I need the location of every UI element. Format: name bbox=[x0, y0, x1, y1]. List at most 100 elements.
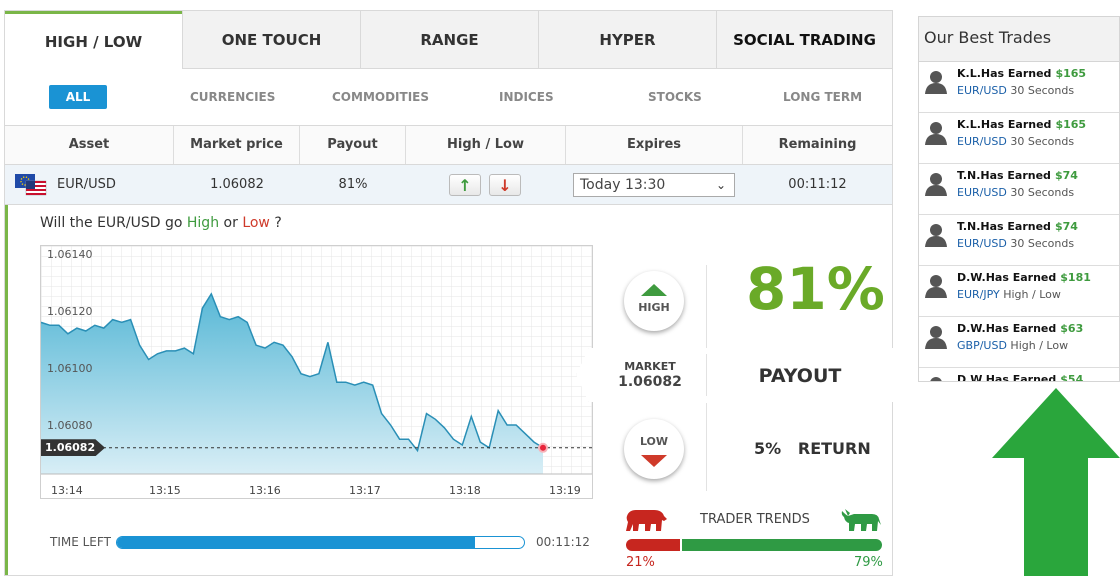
x-tick: 13:19 bbox=[549, 484, 581, 497]
trade-question: Will the EUR/USD go High or Low ? bbox=[40, 215, 282, 231]
trade-earned: T.N.Has Earned $74 bbox=[957, 169, 1078, 182]
tab-social-trading[interactable]: SOCIAL TRADING bbox=[716, 11, 892, 69]
price-chart-svg bbox=[41, 246, 592, 475]
expiry-select[interactable]: Today 13:30 ⌄ bbox=[573, 173, 735, 197]
trade-amount: $165 bbox=[1055, 67, 1087, 80]
market-value: 1.06082 bbox=[618, 374, 682, 390]
payout-label: PAYOUT bbox=[758, 365, 842, 387]
trade-name: D.W.Has Earned bbox=[957, 373, 1057, 382]
x-tick: 13:17 bbox=[349, 484, 381, 497]
y-tick: 1.06080 bbox=[47, 419, 93, 432]
trade-earned: K.L.Has Earned $165 bbox=[957, 118, 1086, 131]
trade-details: EUR/JPY High / Low bbox=[957, 288, 1061, 301]
time-left-value: 00:11:12 bbox=[536, 535, 590, 549]
row-remaining: 00:11:12 bbox=[788, 177, 847, 192]
bull-fill bbox=[679, 539, 882, 551]
col-remaining: Remaining bbox=[778, 137, 857, 152]
return-text: 5% RETURN bbox=[754, 439, 871, 458]
up-arrow-icon bbox=[992, 388, 1120, 576]
trade-item: T.N.Has Earned $74 EUR/USD 30 Seconds bbox=[919, 164, 1119, 215]
trade-pair: EUR/USD bbox=[957, 84, 1007, 97]
trade-name: T.N.Has Earned bbox=[957, 220, 1051, 233]
trade-earned: D.W.Has Earned $63 bbox=[957, 322, 1083, 335]
trade-name: K.L.Has Earned bbox=[957, 118, 1052, 131]
trade-earned: D.W.Has Earned $54 bbox=[957, 373, 1083, 382]
col-payout: Payout bbox=[300, 126, 406, 164]
trade-type: 30 Seconds bbox=[1010, 135, 1075, 148]
trade-item: D.W.Has Earned $63 GBP/USD High / Low bbox=[919, 317, 1119, 368]
user-icon bbox=[925, 275, 947, 298]
time-left-bar bbox=[116, 536, 525, 549]
y-tick: 1.06140 bbox=[47, 248, 93, 261]
bear-percent: 21% bbox=[626, 555, 655, 570]
trader-trends-bar bbox=[626, 539, 882, 551]
chevron-down-icon: ⌄ bbox=[715, 178, 726, 192]
trade-item: K.L.Has Earned $165 EUR/USD 30 Seconds bbox=[919, 113, 1119, 164]
filter-currencies[interactable]: CURRENCIES bbox=[190, 90, 275, 104]
filter-stocks[interactable]: STOCKS bbox=[648, 90, 702, 104]
market-label: MARKET bbox=[624, 360, 676, 373]
time-left-fill bbox=[117, 537, 476, 548]
tab-high-low[interactable]: HIGH / LOW bbox=[5, 11, 182, 69]
trade-pair: EUR/USD bbox=[957, 237, 1007, 250]
trade-item: K.L.Has Earned $165 EUR/USD 30 Seconds bbox=[919, 62, 1119, 113]
filter-long-term[interactable]: LONG TERM bbox=[783, 90, 862, 104]
trade-name: T.N.Has Earned bbox=[957, 169, 1051, 182]
row-low-button[interactable]: ↓ bbox=[489, 174, 521, 196]
trade-pair: EUR/JPY bbox=[957, 288, 1000, 301]
table-row[interactable]: EUR/USD 1.06082 81% ↑ ↓ Today 13:30 ⌄ 00… bbox=[5, 165, 892, 205]
user-icon bbox=[925, 224, 947, 247]
filter-all[interactable]: ALL bbox=[49, 85, 107, 109]
y-tick: 1.06120 bbox=[47, 305, 93, 318]
filter-commodities[interactable]: COMMODITIES bbox=[332, 90, 429, 104]
trade-type: 30 Seconds bbox=[1010, 186, 1075, 199]
time-left-label: TIME LEFT bbox=[50, 535, 111, 549]
trade-type: 30 Seconds bbox=[1010, 84, 1075, 97]
trade-type: High / Low bbox=[1003, 288, 1061, 301]
x-tick: 13:15 bbox=[149, 484, 181, 497]
best-trades-list: K.L.Has Earned $165 EUR/USD 30 Seconds K.L.… bbox=[919, 62, 1119, 382]
x-tick: 13:18 bbox=[449, 484, 481, 497]
low-label: LOW bbox=[639, 435, 669, 448]
tab-range[interactable]: RANGE bbox=[360, 11, 538, 69]
user-icon bbox=[925, 326, 947, 349]
trade-details: EUR/USD 30 Seconds bbox=[957, 186, 1074, 199]
trade-pair: EUR/USD bbox=[957, 135, 1007, 148]
trade-details: EUR/USD 30 Seconds bbox=[957, 135, 1074, 148]
tab-one-touch[interactable]: ONE TOUCH bbox=[182, 11, 360, 69]
low-button[interactable]: LOW bbox=[624, 419, 684, 479]
row-market-price: 1.06082 bbox=[210, 177, 264, 192]
user-icon bbox=[925, 173, 947, 196]
down-triangle-icon bbox=[641, 455, 667, 467]
filter-indices[interactable]: INDICES bbox=[499, 90, 554, 104]
bear-fill bbox=[626, 539, 680, 551]
trader-trends-label: TRADER TRENDS bbox=[700, 512, 810, 527]
question-high: High bbox=[186, 215, 220, 231]
tab-hyper[interactable]: HYPER bbox=[538, 11, 716, 69]
row-payout: 81% bbox=[338, 177, 368, 192]
best-trades-panel: Our Best Trades K.L.Has Earned $165 EUR/US… bbox=[918, 16, 1120, 382]
trade-pair: EUR/USD bbox=[957, 186, 1007, 199]
trade-details: EUR/USD 30 Seconds bbox=[957, 237, 1074, 250]
trade-name: D.W.Has Earned bbox=[957, 271, 1057, 284]
trade-detail: Will the EUR/USD go High or Low ? 1.0614… bbox=[5, 205, 894, 575]
trade-item: D.W.Has Earned $181 EUR/JPY High / Low bbox=[919, 266, 1119, 317]
high-button[interactable]: HIGH bbox=[624, 271, 684, 331]
trade-amount: $165 bbox=[1055, 118, 1087, 131]
trade-pair: GBP/USD bbox=[957, 339, 1007, 352]
col-market-price: Market price bbox=[174, 126, 300, 164]
trade-type: 30 Seconds bbox=[1010, 237, 1075, 250]
bull-percent: 79% bbox=[854, 555, 883, 570]
option-type-tabs: HIGH / LOW ONE TOUCH RANGE HYPER SOCIAL … bbox=[5, 11, 892, 69]
question-or: or bbox=[223, 215, 238, 231]
eu-us-flag-icon bbox=[15, 174, 47, 196]
trade-type: High / Low bbox=[1010, 339, 1069, 352]
question-prefix: Will the EUR/USD go bbox=[40, 215, 183, 231]
trading-panel: HIGH / LOW ONE TOUCH RANGE HYPER SOCIAL … bbox=[4, 10, 894, 576]
best-trades-title: Our Best Trades bbox=[919, 17, 1119, 62]
divider bbox=[706, 265, 707, 351]
row-high-button[interactable]: ↑ bbox=[449, 174, 481, 196]
bear-icon bbox=[626, 510, 667, 531]
user-icon bbox=[925, 71, 947, 94]
trade-earned: T.N.Has Earned $74 bbox=[957, 220, 1078, 233]
